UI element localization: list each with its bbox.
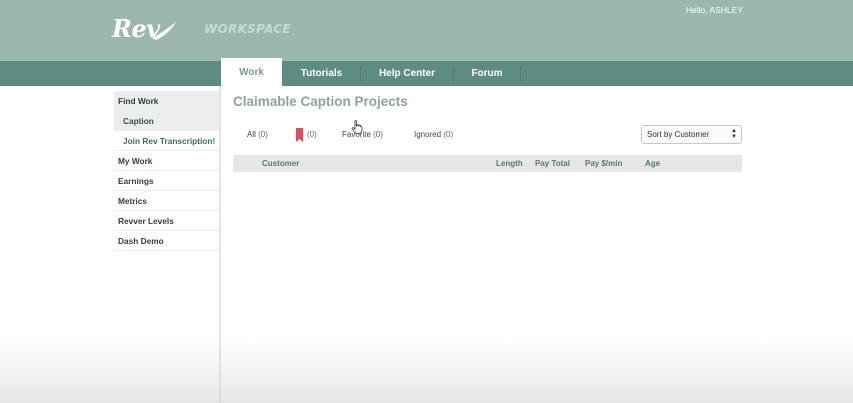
workspace-label: WORKSPACE bbox=[204, 22, 291, 36]
sidebar-item-earnings[interactable]: Earnings bbox=[114, 171, 219, 191]
filter-ignored-label: Ignored bbox=[414, 130, 442, 139]
sidebar-item-caption[interactable]: Caption bbox=[114, 111, 219, 131]
sidebar-item-join-rev-transcription[interactable]: Join Rev Transcription! bbox=[114, 131, 219, 151]
sidebar-item-metrics[interactable]: Metrics bbox=[114, 191, 219, 211]
logo-swoosh-icon bbox=[152, 22, 176, 40]
rev-logo[interactable]: Rev bbox=[112, 14, 182, 46]
bookmark-icon[interactable] bbox=[296, 128, 303, 142]
filter-bookmarked[interactable]: (0) bbox=[307, 130, 317, 139]
filter-all-label: All bbox=[247, 130, 256, 139]
sidebar-item-find-work[interactable]: Find Work bbox=[114, 91, 219, 111]
column-customer[interactable]: Customer bbox=[262, 155, 299, 172]
filter-all[interactable]: All (0) bbox=[247, 130, 268, 139]
sort-select[interactable]: Sort by Customer ▲ ▼ bbox=[641, 125, 742, 144]
hand-cursor-icon bbox=[351, 120, 363, 134]
filter-ignored-count: (0) bbox=[443, 130, 454, 139]
column-pay-per-min[interactable]: Pay $/min bbox=[585, 155, 622, 172]
sort-select-value: Sort by Customer bbox=[647, 130, 710, 139]
filter-all-count: (0) bbox=[258, 130, 268, 139]
user-greeting[interactable]: Hello, ASHLEY bbox=[686, 5, 743, 15]
sidebar-item-my-work[interactable]: My Work bbox=[114, 151, 219, 171]
page-title: Claimable Caption Projects bbox=[233, 94, 408, 109]
sidebar: Find Work Caption Join Rev Transcription… bbox=[114, 91, 219, 251]
sidebar-item-revver-levels[interactable]: Revver Levels bbox=[114, 211, 219, 231]
sidebar-item-dash-demo[interactable]: Dash Demo bbox=[114, 231, 219, 251]
filter-ignored[interactable]: Ignored (0) bbox=[414, 130, 453, 139]
tab-forum[interactable]: Forum bbox=[454, 61, 520, 86]
filter-bookmarked-count: (0) bbox=[307, 130, 317, 139]
select-arrows-icon: ▲ ▼ bbox=[731, 128, 737, 140]
column-pay-total[interactable]: Pay Total bbox=[535, 155, 570, 172]
tab-divider bbox=[520, 66, 521, 82]
bottom-fade bbox=[0, 340, 853, 403]
tab-help-center[interactable]: Help Center bbox=[361, 61, 453, 86]
table-header: Customer Length Pay Total Pay $/min Age bbox=[233, 155, 742, 172]
column-age[interactable]: Age bbox=[645, 155, 660, 172]
column-length[interactable]: Length bbox=[496, 155, 523, 172]
content-divider bbox=[219, 86, 221, 403]
tab-work[interactable]: Work bbox=[221, 58, 282, 87]
tab-tutorials[interactable]: Tutorials bbox=[283, 61, 360, 86]
filter-favorite-count: (0) bbox=[373, 130, 383, 139]
